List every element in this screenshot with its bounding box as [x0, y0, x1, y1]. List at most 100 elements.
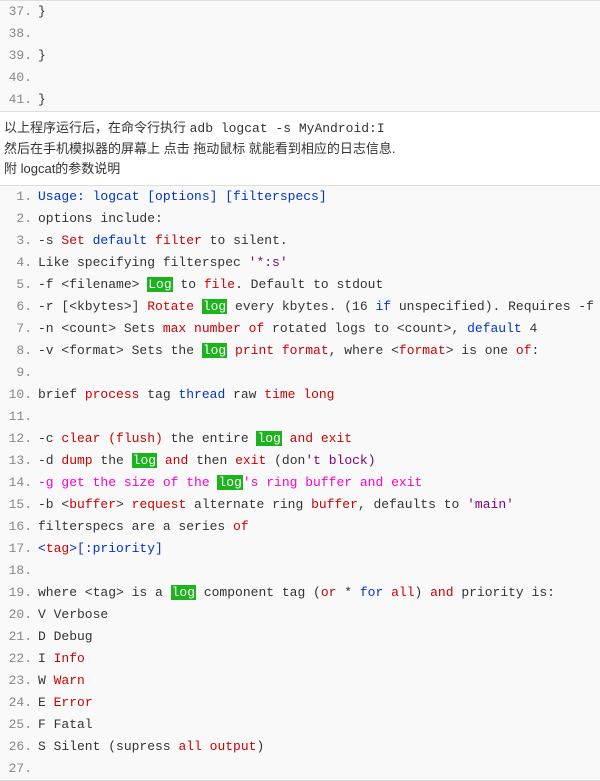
- token: rotated logs to <count>,: [264, 321, 467, 336]
- code-content: <tag>[:priority]: [38, 538, 163, 560]
- token: -v <format> Sets the: [38, 343, 202, 358]
- token: brief: [38, 387, 85, 402]
- token: all: [391, 585, 414, 600]
- token: raw: [225, 387, 264, 402]
- line-number: 4.: [0, 252, 38, 274]
- token: [282, 431, 290, 446]
- token: clear (flush): [61, 431, 162, 446]
- line-number: 25.: [0, 714, 38, 736]
- code-line: 7.-n <count> Sets max number of rotated …: [0, 318, 600, 340]
- token: >[:priority]: [69, 541, 163, 556]
- code-line: 26.S Silent (supress all output): [0, 736, 600, 758]
- code-line: 6.-r [<kbytes>] Rotate log every kbytes.…: [0, 296, 600, 318]
- code-line: 39.}: [0, 45, 600, 67]
- code-content: }: [38, 89, 46, 111]
- desc-l1a: 以上程序运行后，在命令行执行: [4, 120, 190, 135]
- line-number: 14.: [0, 472, 38, 494]
- code-content: }: [38, 45, 46, 67]
- token: -s: [38, 233, 61, 248]
- code-content: F Fatal: [38, 714, 93, 736]
- token: format: [399, 343, 446, 358]
- code-line: 27.: [0, 758, 600, 780]
- code-content: -d dump the log and then exit (don't blo…: [38, 450, 376, 472]
- token: >: [116, 497, 132, 512]
- code-line: 5.-f <filename> Log to file. Default to …: [0, 274, 600, 296]
- token: W: [38, 673, 54, 688]
- token: max number of: [163, 321, 264, 336]
- code-content: -g get the size of the log's ring buffer…: [38, 472, 422, 494]
- token: log: [256, 431, 281, 446]
- token: exit: [235, 453, 266, 468]
- line-number: 24.: [0, 692, 38, 714]
- code-line: 11.: [0, 406, 600, 428]
- code-line: 25.F Fatal: [0, 714, 600, 736]
- token: -f <filename>: [38, 277, 147, 292]
- code-content: -v <format> Sets the log print format, w…: [38, 340, 539, 362]
- code-content: -c clear (flush) the entire log and exit: [38, 428, 352, 450]
- token: -r [<kbytes>]: [38, 299, 147, 314]
- token: log: [132, 453, 157, 468]
- token: 4: [522, 321, 538, 336]
- token: log: [202, 343, 227, 358]
- line-number: 20.: [0, 604, 38, 626]
- token: S Silent (supress: [38, 739, 178, 754]
- code-content: }: [38, 1, 46, 23]
- token: . Default to stdout: [235, 277, 383, 292]
- code-line: 10.brief process tag thread raw time lon…: [0, 384, 600, 406]
- token: log: [171, 585, 196, 600]
- code-line: 23.W Warn: [0, 670, 600, 692]
- token: Usage: logcat [options] [filterspecs]: [38, 189, 327, 204]
- line-number: 10.: [0, 384, 38, 406]
- main-code-block: 1.Usage: logcat [options] [filterspecs]2…: [0, 185, 600, 781]
- line-number: 17.: [0, 538, 38, 560]
- token: component tag (: [196, 585, 321, 600]
- line-number: 2.: [0, 208, 38, 230]
- token: file: [204, 277, 235, 292]
- code-line: 3.-s Set default filter to silent.: [0, 230, 600, 252]
- line-number: 7.: [0, 318, 38, 340]
- desc-line-2: 然后在手机模拟器的屏幕上 点击 拖动鼠标 就能看到相应的日志信息.: [4, 139, 596, 159]
- token: > is one: [446, 343, 516, 358]
- token: -b <: [38, 497, 69, 512]
- token: E: [38, 695, 54, 710]
- token: dump: [61, 453, 92, 468]
- token: buffer: [311, 497, 358, 512]
- token: of: [516, 343, 532, 358]
- line-number: 9.: [0, 362, 38, 384]
- code-line: 38.: [0, 23, 600, 45]
- code-line: 20.V Verbose: [0, 604, 600, 626]
- code-line: 41.}: [0, 89, 600, 111]
- line-number: 5.: [0, 274, 38, 296]
- line-number: 21.: [0, 626, 38, 648]
- line-number: 19.: [0, 582, 38, 604]
- code-content: -r [<kbytes>] Rotate log every kbytes. (…: [38, 296, 594, 318]
- token: Set: [61, 233, 92, 248]
- token: and: [165, 453, 188, 468]
- token: ): [415, 585, 431, 600]
- line-number: 8.: [0, 340, 38, 362]
- token: :: [532, 343, 540, 358]
- code-content: I Info: [38, 648, 85, 670]
- token: to silent.: [202, 233, 288, 248]
- token: where <tag> is a: [38, 585, 171, 600]
- token: Log: [147, 277, 172, 292]
- code-line: 15.-b <buffer> request alternate ring bu…: [0, 494, 600, 516]
- token: options include:: [38, 211, 163, 226]
- token: request: [132, 497, 187, 512]
- token: [227, 343, 235, 358]
- token: for: [360, 585, 383, 600]
- token: tag: [46, 541, 69, 556]
- token: [157, 453, 165, 468]
- token: and exit: [290, 431, 352, 446]
- token: of: [233, 519, 249, 534]
- code-line: 4.Like specifying filterspec '*:s': [0, 252, 600, 274]
- line-number: 23.: [0, 670, 38, 692]
- code-content: W Warn: [38, 670, 85, 692]
- line-number: 39.: [0, 45, 38, 67]
- code-content: -s Set default filter to silent.: [38, 230, 288, 252]
- code-line: 19.where <tag> is a log component tag (o…: [0, 582, 600, 604]
- line-number: 16.: [0, 516, 38, 538]
- token: Error: [54, 695, 93, 710]
- code-line: 40.: [0, 67, 600, 89]
- token: '*:s': [249, 255, 288, 270]
